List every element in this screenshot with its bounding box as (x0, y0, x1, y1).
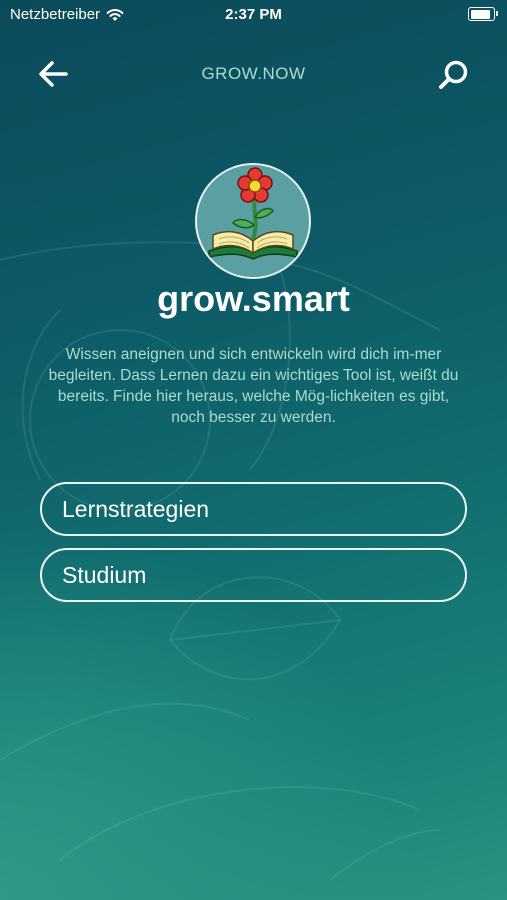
background-decoration (0, 241, 441, 881)
lernstrategien-button[interactable]: Lernstrategien (40, 482, 467, 536)
flower-book-icon (195, 163, 311, 279)
page-description: Wissen aneignen und sich entwickeln wird… (48, 346, 459, 426)
navigation-bar: GROW.NOW (0, 54, 507, 94)
page-title: grow.smart (157, 278, 350, 319)
button-label: Lernstrategien (62, 495, 210, 522)
search-icon[interactable] (437, 58, 471, 92)
battery-icon (468, 7, 498, 21)
studium-button[interactable]: Studium (40, 548, 467, 602)
status-time: 2:37 PM (225, 6, 282, 23)
button-label: Studium (62, 561, 147, 588)
app-title: GROW.NOW (201, 64, 306, 83)
status-bar: Netzbetreiber 2:37 PM (0, 0, 507, 30)
